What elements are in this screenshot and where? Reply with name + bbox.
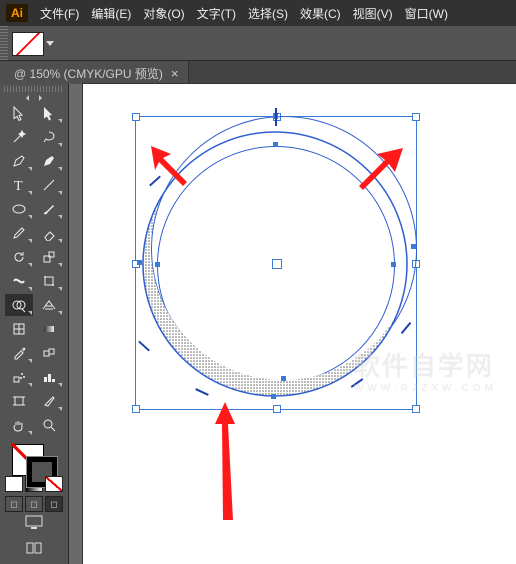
color-mode-none[interactable] <box>45 476 63 492</box>
symbol-sprayer-tool[interactable] <box>5 366 33 388</box>
type-tool[interactable]: T <box>5 174 33 196</box>
tools-grip[interactable] <box>4 86 64 92</box>
blend-tool[interactable] <box>35 342 63 364</box>
selection-tool[interactable] <box>5 102 33 124</box>
anchor-point[interactable] <box>155 262 160 267</box>
gradient-tool[interactable] <box>35 318 63 340</box>
lasso-tool[interactable] <box>35 126 63 148</box>
scale-tool[interactable] <box>35 246 63 268</box>
document-tab-bar: @ 150% (CMYK/GPU 预览) × <box>0 61 516 85</box>
menu-file[interactable]: 文件(F) <box>40 5 79 22</box>
tools-panel: T <box>0 84 69 564</box>
magic-wand-tool[interactable] <box>5 126 33 148</box>
anchor-point[interactable] <box>391 262 396 267</box>
app-logo: Ai <box>6 4 28 22</box>
canvas-area[interactable]: 软件自学网 WWW.RJZXW.COM <box>69 84 516 564</box>
pen-tool[interactable] <box>5 150 33 172</box>
fill-swatch-dropdown-icon[interactable] <box>46 41 54 46</box>
anchor-point[interactable] <box>411 244 416 249</box>
menu-edit[interactable]: 编辑(E) <box>91 5 131 22</box>
options-grip[interactable] <box>0 26 8 60</box>
screen-mode-icon[interactable] <box>22 512 46 532</box>
direct-select-tool[interactable] <box>35 102 63 124</box>
workspace: T <box>0 84 516 564</box>
anchor-point[interactable] <box>137 260 142 265</box>
fill-swatch[interactable] <box>12 32 44 56</box>
eraser-tool[interactable] <box>35 222 63 244</box>
watermark: 软件自学网 WWW.RJZXW.COM <box>354 346 497 394</box>
tools-collapse-icon[interactable] <box>4 94 64 103</box>
slice-tool[interactable] <box>35 390 63 412</box>
column-graph-tool[interactable] <box>35 366 63 388</box>
anchor-point[interactable] <box>273 142 278 147</box>
menu-bar: Ai 文件(F) 编辑(E) 对象(O) 文字(T) 选择(S) 效果(C) 视… <box>0 0 516 26</box>
width-tool[interactable] <box>5 270 33 292</box>
annotation-arrow-ne <box>351 142 411 202</box>
color-mode-solid[interactable] <box>5 476 23 492</box>
ellipse-tool[interactable] <box>5 198 33 220</box>
svg-text:T: T <box>14 179 23 193</box>
artboard-tool[interactable] <box>5 390 33 412</box>
watermark-line2: WWW.RJZXW.COM <box>354 383 497 394</box>
annotation-arrow-nw <box>143 138 203 198</box>
edit-toolbar-icon[interactable] <box>22 538 46 558</box>
menu-view[interactable]: 视图(V) <box>353 5 393 22</box>
anchor-point[interactable] <box>271 394 276 399</box>
draw-normal[interactable]: ◻ <box>5 496 23 512</box>
draw-inside[interactable]: ◻ <box>45 496 63 512</box>
line-segment-tool[interactable] <box>35 174 63 196</box>
menu-window[interactable]: 窗口(W) <box>405 5 448 22</box>
paintbrush-tool[interactable] <box>35 198 63 220</box>
pencil-tool[interactable] <box>5 222 33 244</box>
mesh-tool[interactable] <box>5 318 33 340</box>
hand-tool[interactable] <box>5 414 33 436</box>
menu-select[interactable]: 选择(S) <box>248 5 288 22</box>
close-tab-icon[interactable]: × <box>171 67 179 80</box>
document-tab-title: @ 150% (CMYK/GPU 预览) <box>14 65 163 82</box>
ring-tick <box>275 108 277 126</box>
fill-stroke-proxy[interactable] <box>10 442 58 474</box>
curvature-tool[interactable] <box>35 150 63 172</box>
rotate-tool[interactable] <box>5 246 33 268</box>
options-bar <box>0 26 516 61</box>
menu-effect[interactable]: 效果(C) <box>300 5 341 22</box>
perspective-grid-tool[interactable] <box>35 294 63 316</box>
eyedropper-tool[interactable] <box>5 342 33 364</box>
draw-behind[interactable]: ◻ <box>25 496 43 512</box>
anchor-point[interactable] <box>281 376 286 381</box>
annotation-arrow-s <box>205 402 245 522</box>
shape-builder-tool[interactable] <box>5 294 33 316</box>
zoom-tool[interactable] <box>35 414 63 436</box>
document-tab[interactable]: @ 150% (CMYK/GPU 预览) × <box>0 61 189 85</box>
free-transform-tool[interactable] <box>35 270 63 292</box>
menu-object[interactable]: 对象(O) <box>143 5 184 22</box>
artboard[interactable]: 软件自学网 WWW.RJZXW.COM <box>83 84 516 564</box>
watermark-line1: 软件自学网 <box>354 351 494 381</box>
menu-type[interactable]: 文字(T) <box>197 5 236 22</box>
